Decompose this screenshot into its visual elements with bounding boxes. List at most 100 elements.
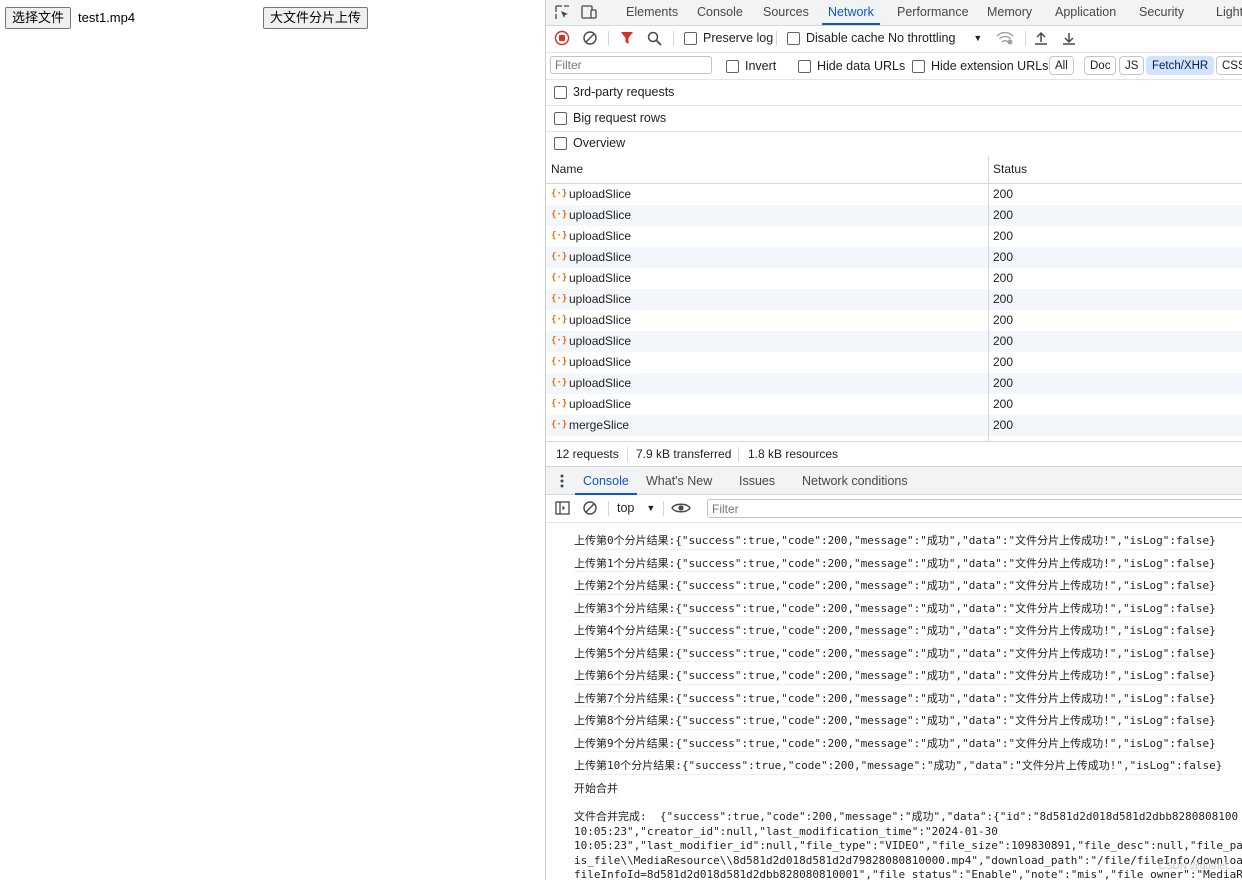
record-stop-icon[interactable]: [553, 29, 571, 47]
console-message: 上传第7个分片结果:{"success":true,"code":200,"me…: [574, 692, 1216, 707]
console-message: 上传第9个分片结果:{"success":true,"code":200,"me…: [574, 737, 1216, 752]
checkbox-box: [726, 59, 739, 73]
table-row[interactable]: {·} uploadSlice 200: [546, 226, 1242, 247]
request-name-cell: {·} uploadSlice: [551, 247, 631, 268]
request-name: uploadSlice: [569, 334, 632, 348]
console-message: 上传第2个分片结果:{"success":true,"code":200,"me…: [574, 579, 1216, 595]
dropdown-arrow-icon: ▼: [646, 503, 656, 513]
table-row[interactable]: {·} uploadSlice 200: [546, 268, 1242, 289]
big-rows-checkbox[interactable]: Big request rows: [554, 111, 666, 125]
request-name: uploadSlice: [569, 397, 632, 411]
checkbox-box: [912, 59, 925, 73]
hide-extension-urls-label: Hide extension URLs: [931, 59, 1049, 73]
table-row[interactable]: {·} uploadSlice 200: [546, 394, 1242, 415]
disable-cache-checkbox[interactable]: Disable cache: [787, 31, 885, 45]
table-row[interactable]: {·} uploadSlice 200: [546, 352, 1242, 373]
network-conditions-icon[interactable]: [996, 29, 1014, 47]
console-merge-result-line: is_file\\MediaResource\\8d581d2d018d581d…: [574, 853, 1242, 867]
table-row[interactable]: {·} uploadSlice 200: [546, 289, 1242, 310]
throttling-value: No throttling: [888, 31, 956, 45]
invert-checkbox[interactable]: Invert: [726, 59, 776, 73]
inspect-element-icon[interactable]: [553, 3, 571, 21]
hide-data-urls-checkbox[interactable]: Hide data URLs: [798, 59, 905, 73]
request-name-cell: {·} uploadSlice: [551, 352, 631, 373]
request-status: 200: [993, 271, 1014, 285]
filter-type-doc[interactable]: Doc: [1084, 56, 1117, 75]
tab-lighthouse[interactable]: Light: [1216, 0, 1242, 25]
console-message: 开始合并: [574, 782, 618, 797]
option-row-big-rows: Big request rows: [546, 105, 1242, 132]
table-row[interactable]: {·} uploadSlice 200: [546, 373, 1242, 394]
request-name: uploadSlice: [569, 313, 632, 327]
network-request-table: Name Status {·} uploadSlice 200 {·} uploadSl…: [546, 156, 1242, 436]
resources-size: 1.8 kB resources: [748, 447, 839, 461]
tab-memory[interactable]: Memory: [987, 0, 1032, 25]
tab-sources[interactable]: Sources: [763, 0, 809, 25]
console-filter-input[interactable]: [707, 499, 1242, 518]
table-row[interactable]: {·} uploadSlice 200: [546, 184, 1242, 205]
tab-security[interactable]: Security: [1139, 0, 1184, 25]
xhr-request-icon: {·}: [551, 231, 568, 241]
table-row[interactable]: {·} uploadSlice 200: [546, 247, 1242, 268]
third-party-label: 3rd-party requests: [573, 85, 675, 99]
column-header-name[interactable]: Name: [551, 156, 583, 183]
request-name: uploadSlice: [569, 271, 632, 285]
console-toolbar: top ▼: [546, 495, 1242, 523]
option-row-third-party: 3rd-party requests: [546, 79, 1242, 106]
drawer-tab-console[interactable]: Console: [575, 467, 637, 495]
drawer-tab-whats-new[interactable]: What's New: [646, 467, 712, 495]
sidebar-toggle-icon[interactable]: [553, 499, 571, 517]
drawer-tab-network-conditions[interactable]: Network conditions: [802, 467, 908, 495]
filter-icon[interactable]: [618, 29, 636, 47]
xhr-request-icon: {·}: [551, 294, 568, 304]
filter-type-fetch-xhr[interactable]: Fetch/XHR: [1146, 56, 1215, 75]
context-value: top: [617, 501, 635, 515]
request-status: 200: [993, 376, 1014, 390]
more-options-icon[interactable]: [553, 472, 571, 490]
hide-data-urls-label: Hide data URLs: [817, 59, 906, 73]
context-select[interactable]: top ▼: [617, 501, 655, 515]
drawer-tab-issues[interactable]: Issues: [739, 467, 775, 495]
checkbox-box: [798, 59, 811, 73]
tab-application[interactable]: Application: [1055, 0, 1116, 25]
device-toggle-icon[interactable]: [580, 3, 598, 21]
choose-file-button[interactable]: 选择文件: [5, 7, 72, 29]
third-party-checkbox[interactable]: 3rd-party requests: [554, 85, 674, 99]
requests-count: 12 requests: [556, 447, 619, 461]
overview-checkbox[interactable]: Overview: [554, 136, 625, 150]
checkbox-box: [554, 85, 567, 99]
table-row[interactable]: {·} uploadSlice 200: [546, 205, 1242, 226]
upload-button[interactable]: 大文件分片上传: [263, 7, 369, 29]
option-row-overview: Overview: [546, 131, 1242, 157]
clear-console-icon[interactable]: [581, 499, 599, 517]
console-merge-result-line: 文件合并完成: {"success":true,"code":200,"mess…: [574, 810, 1239, 823]
request-status: 200: [993, 397, 1014, 411]
table-row[interactable]: {·} uploadSlice 200: [546, 310, 1242, 331]
hide-extension-urls-checkbox[interactable]: Hide extension URLs: [912, 59, 1048, 73]
table-row[interactable]: {·} mergeSlice 200: [546, 415, 1242, 436]
tab-performance[interactable]: Performance: [897, 0, 969, 25]
search-icon[interactable]: [645, 29, 663, 47]
export-har-icon[interactable]: [1060, 29, 1078, 47]
drawer-tabbar: Console What's New Issues Network condit…: [546, 467, 1242, 495]
tab-elements[interactable]: Elements: [626, 0, 678, 25]
tab-console[interactable]: Console: [697, 0, 743, 25]
filter-type-all[interactable]: All: [1049, 56, 1074, 75]
network-filter-input[interactable]: [550, 56, 712, 74]
transferred-size: 7.9 kB transferred: [636, 447, 732, 461]
column-header-status[interactable]: Status: [993, 156, 1027, 183]
throttling-select[interactable]: No throttling ▼: [888, 31, 982, 45]
xhr-request-icon: {·}: [551, 399, 568, 409]
request-status: 200: [993, 250, 1014, 264]
filter-type-js[interactable]: JS: [1119, 56, 1145, 75]
request-name-cell: {·} mergeSlice: [551, 415, 629, 436]
table-row[interactable]: {·} uploadSlice 200: [546, 331, 1242, 352]
preserve-log-checkbox[interactable]: Preserve log: [684, 31, 773, 45]
disable-cache-label: Disable cache: [806, 31, 885, 45]
request-name: uploadSlice: [569, 292, 632, 306]
clear-icon[interactable]: [581, 29, 599, 47]
live-expression-eye-icon[interactable]: [670, 499, 692, 517]
filter-type-css[interactable]: CSS: [1216, 56, 1242, 75]
tab-network[interactable]: Network: [822, 0, 880, 25]
import-har-icon[interactable]: [1032, 29, 1050, 47]
